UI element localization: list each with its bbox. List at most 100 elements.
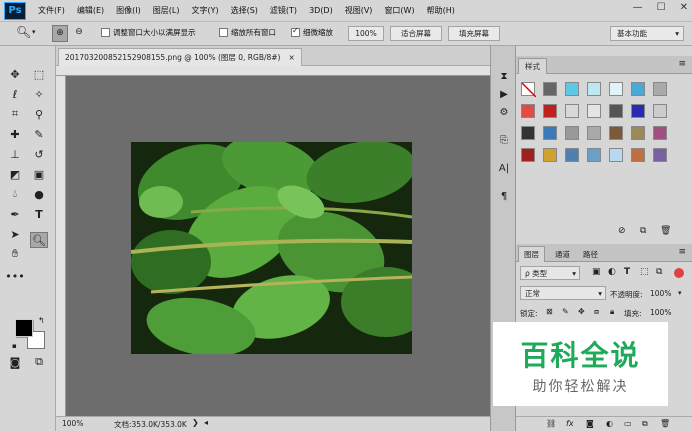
- menu-file[interactable]: 文件(F): [38, 5, 65, 16]
- panel-menu-icon[interactable]: ≡: [678, 59, 686, 69]
- menu-help[interactable]: 帮助(H): [427, 5, 455, 16]
- layers-panel-menu-icon[interactable]: ≡: [678, 247, 686, 257]
- menu-type[interactable]: 文字(Y): [191, 5, 218, 16]
- zoom-out-icon[interactable]: ⊖: [71, 25, 87, 42]
- dodge-tool-icon[interactable]: ●: [30, 186, 48, 202]
- zoom-tool-button-icon[interactable]: 🔍︎: [30, 232, 48, 248]
- menu-window[interactable]: 窗口(W): [384, 5, 414, 16]
- lock-transparent-icon[interactable]: ⊠: [546, 307, 553, 316]
- blend-mode-select[interactable]: 正常 ▾: [520, 286, 606, 300]
- eyedropper-tool-icon[interactable]: ⚲: [30, 106, 48, 122]
- blur-tool-icon[interactable]: 💧︎: [6, 186, 24, 202]
- zoom-in-icon[interactable]: ⊕: [52, 25, 68, 42]
- style-swatch[interactable]: [521, 148, 535, 162]
- style-swatch[interactable]: [609, 148, 623, 162]
- link-layers-icon[interactable]: ⛓︎: [546, 419, 556, 428]
- layer-style-icon[interactable]: fx: [566, 419, 574, 428]
- move-tool-icon[interactable]: ✥: [6, 66, 24, 82]
- tab-paths[interactable]: 路径: [578, 246, 603, 262]
- marquee-tool-icon[interactable]: ⬚: [30, 66, 48, 82]
- workspace-select[interactable]: 基本功能 ▾: [610, 26, 684, 41]
- style-swatch[interactable]: [631, 126, 645, 140]
- more-tools-icon[interactable]: •••: [5, 268, 24, 284]
- lock-all-icon[interactable]: 🔒︎: [610, 307, 614, 317]
- filter-smart-object-icon[interactable]: ⧉: [656, 267, 662, 277]
- style-swatch[interactable]: [543, 104, 557, 118]
- pen-tool-icon[interactable]: ✒: [6, 206, 24, 222]
- healing-brush-tool-icon[interactable]: ✚: [6, 126, 24, 142]
- tool-preset-chevron-icon[interactable]: ▾: [32, 28, 36, 36]
- maximize-button[interactable]: ☐: [657, 2, 666, 13]
- style-swatch[interactable]: [543, 126, 557, 140]
- status-zoom[interactable]: 100%: [62, 419, 83, 428]
- path-selection-tool-icon[interactable]: ➤: [6, 226, 24, 242]
- style-swatch[interactable]: [521, 104, 535, 118]
- default-colors-icon[interactable]: ▪: [12, 342, 17, 350]
- resize-windows-checkbox[interactable]: [101, 28, 110, 37]
- style-swatch[interactable]: [565, 104, 579, 118]
- filter-toggle-icon[interactable]: [674, 268, 684, 278]
- filter-type-icon[interactable]: T: [624, 267, 630, 277]
- new-layer-icon[interactable]: ⧉: [642, 419, 648, 429]
- style-swatch[interactable]: [631, 82, 645, 96]
- close-tab-icon[interactable]: ×: [289, 53, 295, 62]
- style-swatch[interactable]: [565, 82, 579, 96]
- style-swatch[interactable]: [631, 148, 645, 162]
- style-swatch[interactable]: [653, 148, 667, 162]
- menu-3d[interactable]: 3D(D): [309, 6, 333, 15]
- filter-pixel-icon[interactable]: ▣: [592, 267, 601, 277]
- screen-mode-icon[interactable]: ⧉: [30, 354, 48, 370]
- document-tab[interactable]: 20170320085215290815​5.png @ 100% (图层 0,…: [58, 48, 302, 66]
- lasso-tool-icon[interactable]: ℓ: [6, 86, 24, 102]
- fill-screen-button[interactable]: 填充屏幕: [448, 26, 500, 41]
- styles-tab[interactable]: 样式: [518, 58, 547, 74]
- eraser-tool-icon[interactable]: ◩: [6, 166, 24, 182]
- fill-value[interactable]: 100%: [650, 308, 671, 317]
- adjustment-layer-icon[interactable]: ◐: [606, 419, 613, 428]
- type-tool-icon[interactable]: T: [30, 206, 48, 222]
- actions-panel-icon[interactable]: ▶: [495, 86, 513, 102]
- scroll-left-icon[interactable]: ◂: [204, 418, 208, 427]
- menu-filter[interactable]: 滤镜(T): [270, 5, 297, 16]
- style-swatch-none[interactable]: [521, 82, 537, 98]
- document-image[interactable]: [131, 142, 412, 354]
- menu-image[interactable]: 图像(I): [116, 5, 141, 16]
- filter-shape-icon[interactable]: ⬚: [640, 267, 649, 277]
- style-swatch[interactable]: [609, 104, 623, 118]
- style-swatch[interactable]: [587, 104, 601, 118]
- menu-select[interactable]: 选择(S): [231, 5, 258, 16]
- tab-layers[interactable]: 图层: [518, 246, 545, 262]
- opacity-value[interactable]: 100%: [650, 289, 671, 298]
- zoom-tool-icon[interactable]: 🔍︎: [16, 25, 31, 39]
- style-swatch[interactable]: [565, 148, 579, 162]
- lock-artboard-icon[interactable]: ⧈: [594, 307, 599, 317]
- foreground-color-swatch[interactable]: [15, 319, 33, 337]
- swap-colors-icon[interactable]: ↰: [38, 316, 45, 325]
- style-swatch[interactable]: [609, 82, 623, 96]
- scrubby-zoom-checkbox[interactable]: [291, 26, 300, 37]
- style-swatch[interactable]: [543, 82, 557, 96]
- style-swatch[interactable]: [587, 148, 601, 162]
- crop-tool-icon[interactable]: ⌗: [6, 106, 24, 122]
- chevron-down-icon[interactable]: ▾: [678, 289, 682, 297]
- style-swatch[interactable]: [543, 148, 557, 162]
- magic-wand-tool-icon[interactable]: ✧: [30, 86, 48, 102]
- hand-tool-icon[interactable]: ✋︎: [6, 246, 24, 262]
- fit-screen-button[interactable]: 适合屏幕: [390, 26, 442, 41]
- style-swatch[interactable]: [653, 104, 667, 118]
- style-swatch[interactable]: [631, 104, 645, 118]
- new-style-icon[interactable]: ⧉: [640, 226, 646, 236]
- delete-layer-icon[interactable]: 🗑︎: [660, 419, 670, 428]
- style-swatch[interactable]: [609, 126, 623, 140]
- zoom-all-windows-checkbox[interactable]: [219, 28, 228, 37]
- tab-channels[interactable]: 通道: [550, 246, 575, 262]
- menu-layer[interactable]: 图层(L): [153, 5, 180, 16]
- style-swatch[interactable]: [653, 82, 667, 96]
- menu-view[interactable]: 视图(V): [345, 5, 373, 16]
- close-window-button[interactable]: ✕: [680, 2, 688, 13]
- style-swatch[interactable]: [565, 126, 579, 140]
- menu-edit[interactable]: 编辑(E): [77, 5, 104, 16]
- history-panel-icon[interactable]: ⧗: [495, 68, 513, 84]
- history-brush-tool-icon[interactable]: ↺: [30, 146, 48, 162]
- lock-position-icon[interactable]: ✥: [578, 307, 585, 316]
